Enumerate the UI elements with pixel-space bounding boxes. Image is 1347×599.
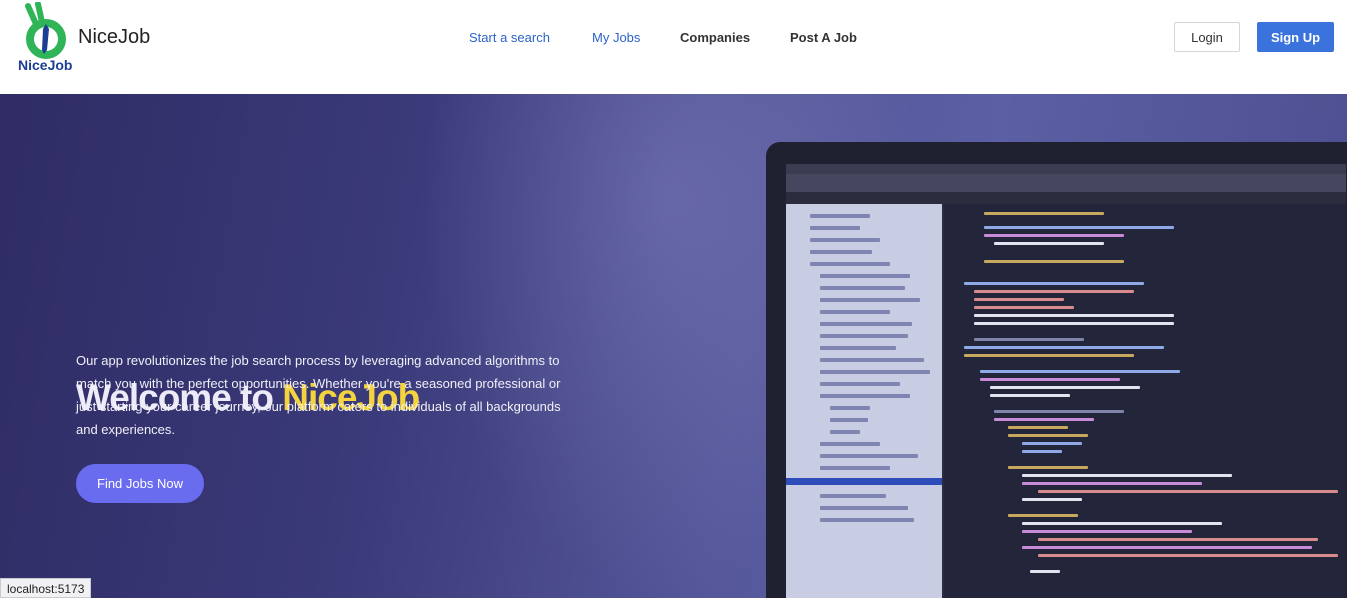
brand-name[interactable]: NiceJob [78,26,150,49]
editor-code-area [944,204,1346,598]
status-bar-url: localhost:5173 [0,578,92,598]
hero-section: Welcome to NiceJob [0,94,1347,598]
nav-my-jobs[interactable]: My Jobs [592,30,640,45]
nav-post-job[interactable]: Post A Job [790,30,857,45]
find-jobs-button[interactable]: Find Jobs Now [76,464,204,503]
editor-file-tree [786,204,942,598]
login-button[interactable]: Login [1174,22,1240,52]
hero-description: Our app revolutionizes the job search pr… [76,353,561,437]
editor-toolbar [786,174,1346,192]
nav-companies[interactable]: Companies [680,30,750,45]
signup-button[interactable]: Sign Up [1257,22,1334,52]
editor-menubar [786,164,1346,174]
code-editor-screen [786,164,1346,598]
site-header: NiceJob NiceJob Start a search My Jobs C… [0,0,1347,94]
nav-start-search[interactable]: Start a search [469,30,550,45]
logo-wordmark: NiceJob [18,57,73,73]
